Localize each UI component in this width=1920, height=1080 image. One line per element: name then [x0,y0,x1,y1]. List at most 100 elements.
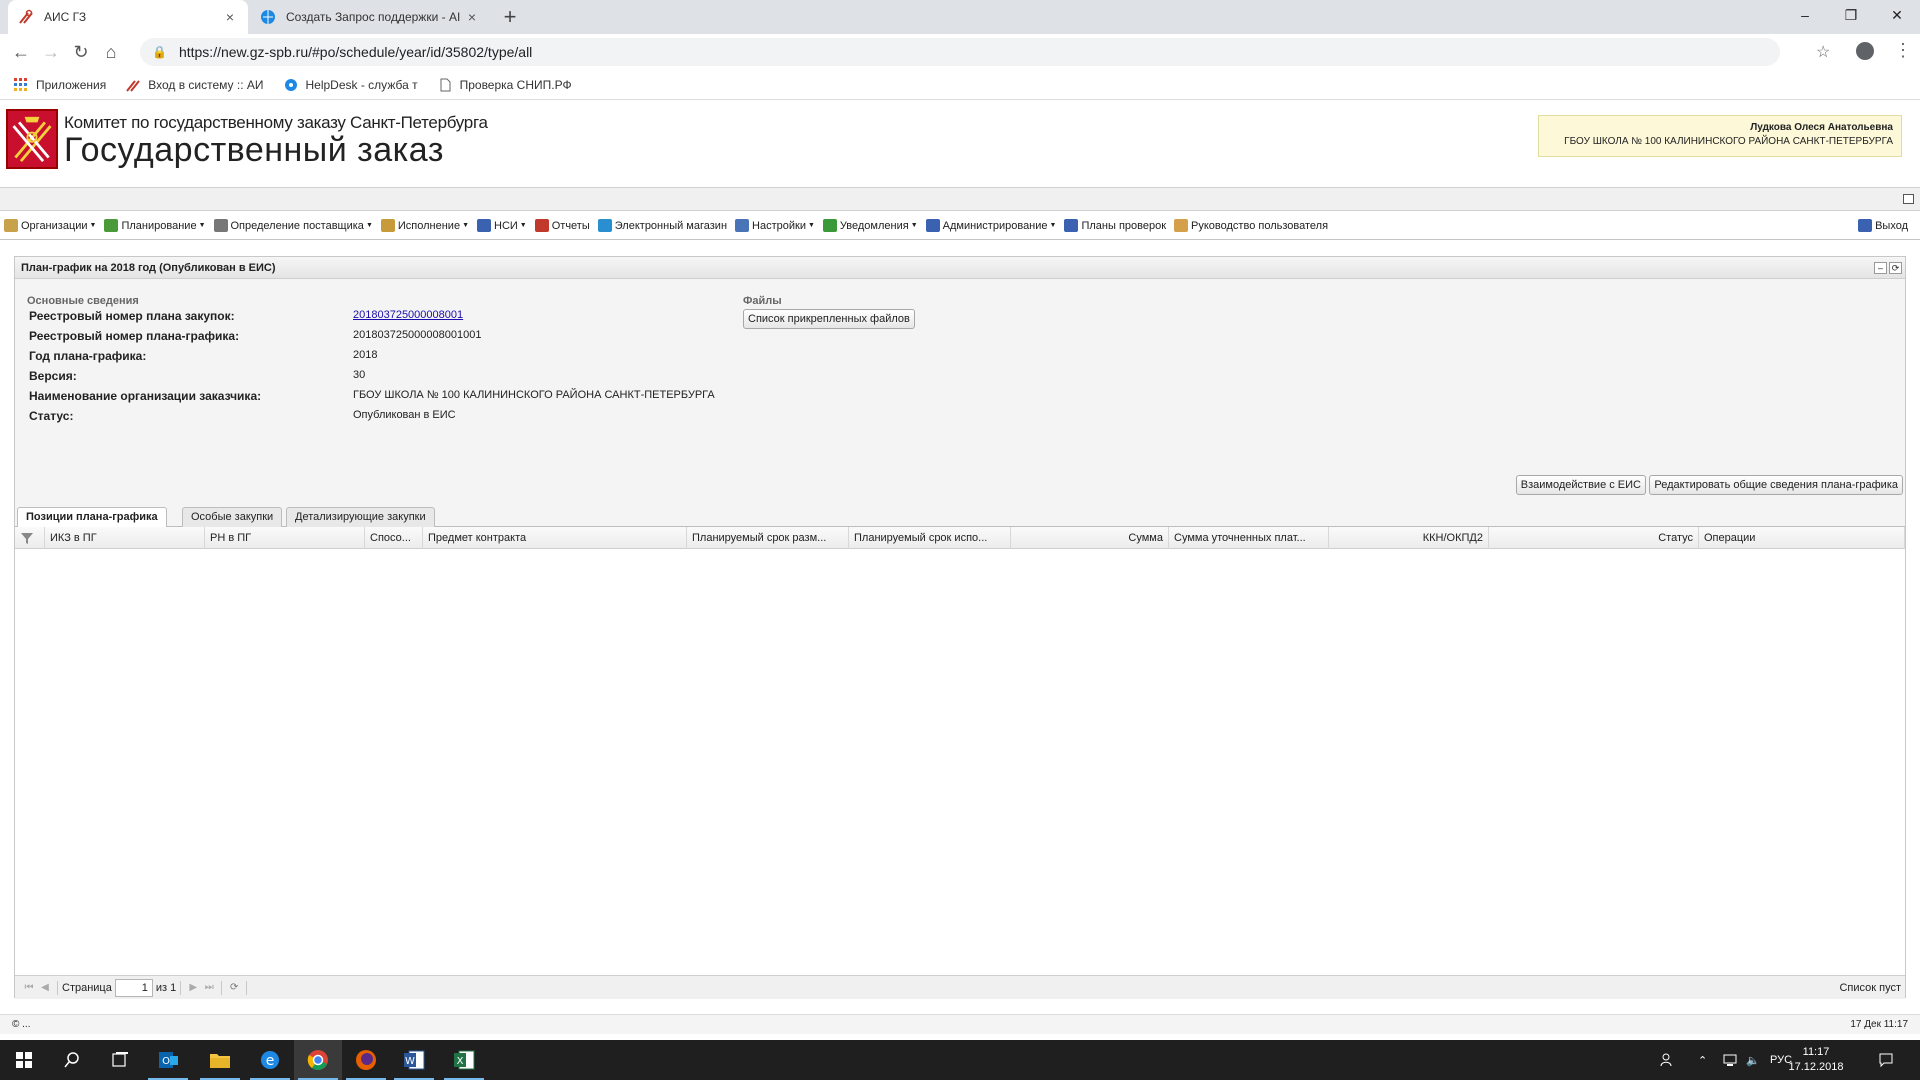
menu-item[interactable]: Исполнение ▼ [380,219,469,232]
exit-label: Выход [1875,219,1908,232]
next-page-icon[interactable]: ▶ [185,982,201,993]
forward-arrow-icon[interactable]: → [36,42,66,63]
menu-item[interactable]: Определение поставщика ▼ [213,219,373,232]
collapse-header-icon[interactable] [1903,194,1914,204]
tray-chevron-icon[interactable]: ⌃ [1698,1040,1707,1080]
svg-text:e: e [266,1053,275,1069]
new-tab-button[interactable]: + [498,4,522,30]
grid-header: ИКЗ в ПГ РН в ПГ Спосо... Предмет контракта… [15,527,1905,549]
exit-button[interactable]: Выход [1858,219,1908,232]
bookmark-apps[interactable]: Приложения [14,77,106,92]
tab-close-icon[interactable]: × [222,9,238,25]
eis-interaction-button[interactable]: Взаимодействие с ЕИС [1515,475,1646,495]
bookmark-label: HelpDesk - служба т [305,77,418,92]
menu-item-label: Определение поставщика [230,219,364,232]
menu-item[interactable]: Руководство пользователя [1174,219,1328,232]
outlook-icon[interactable]: O [144,1040,192,1080]
column-header[interactable]: Спосо... [365,527,423,549]
column-header[interactable]: Сумма уточненных плат... [1169,527,1329,549]
field-label: Версия: [29,369,77,383]
column-header[interactable]: ККН/ОКПД2 [1329,527,1489,549]
tab-plan-positions[interactable]: Позиции плана-графика [17,507,167,528]
column-header[interactable]: Операции [1699,527,1905,549]
field-label: Статус: [29,409,74,423]
column-header[interactable]: РН в ПГ [205,527,365,549]
edit-plan-info-button[interactable]: Редактировать общие сведения плана-графи… [1649,475,1903,495]
bookmark-star-icon[interactable]: ☆ [1816,42,1830,62]
pager-separator [246,980,248,995]
spb-coat-of-arms-logo[interactable] [6,109,58,169]
clock[interactable]: 11:17 17.12.2018 [1786,1045,1846,1075]
url-input[interactable]: 🔒 https://new.gz-spb.ru/#po/schedule/yea… [140,38,1780,66]
people-icon[interactable] [1660,1040,1676,1080]
tab-detailing-purchases[interactable]: Детализирующие закупки [286,507,435,527]
page-number-input[interactable]: 1 [114,978,153,997]
column-header[interactable]: ИКЗ в ПГ [45,527,205,549]
browser-menu-icon[interactable]: ⋮ [1894,40,1912,61]
maximize-button[interactable]: ❐ [1828,0,1874,30]
menu-item[interactable]: Настройки ▼ [735,219,815,232]
chrome-icon[interactable] [294,1040,342,1080]
menu-item-label: Руководство пользователя [1191,219,1329,232]
minimize-panel-icon[interactable]: – [1874,262,1887,274]
explorer-icon[interactable] [196,1040,244,1080]
column-header[interactable]: Планируемый срок испо... [849,527,1011,549]
first-page-icon[interactable]: ⏮ [21,982,37,993]
word-icon[interactable]: W [390,1040,438,1080]
taskview-icon[interactable] [96,1040,144,1080]
menu-item[interactable]: Электронный магазин [597,219,727,232]
notifications-icon[interactable] [1878,1040,1894,1080]
excel-icon[interactable]: X [440,1040,488,1080]
profile-avatar-icon[interactable] [1856,42,1874,60]
refresh-panel-icon[interactable]: ⟳ [1889,262,1902,274]
refresh-grid-icon[interactable]: ⟳ [226,982,242,993]
bookmark-label: Проверка СНИП.РФ [459,77,572,92]
home-icon[interactable]: ⌂ [96,42,126,63]
manual-icon [1174,219,1189,232]
volume-icon[interactable]: 🔈 [1746,1040,1760,1080]
plan-number-link[interactable]: 201803725000008001 [353,309,463,321]
attached-files-button[interactable]: Список прикрепленных файлов [743,309,915,329]
prev-page-icon[interactable]: ◀ [37,982,53,993]
menu-item[interactable]: Планы проверок [1064,219,1166,232]
minimize-button[interactable]: – [1782,0,1828,30]
main-menu: Организации ▼ Планирование ▼ Определение пос… [0,212,1920,240]
menu-item[interactable]: Уведомления ▼ [822,219,918,232]
menu-item[interactable]: Планирование ▼ [104,219,206,232]
menu-item[interactable]: Организации ▼ [4,219,96,232]
clock-date: 17.12.2018 [1788,1061,1844,1073]
tab-title: Создать Запрос поддержки - AI [286,10,461,24]
column-header[interactable]: Сумма [1011,527,1169,549]
tab-support-request[interactable]: Создать Запрос поддержки - AI × [250,0,490,34]
filter-icon[interactable] [15,527,45,549]
menu-item[interactable]: Отчеты [534,219,590,232]
clock-time: 11:17 [1802,1046,1830,1058]
network-icon[interactable] [1722,1040,1738,1080]
browser-tab-bar: АИС ГЗ × Создать Запрос поддержки - AI ×… [0,0,1920,34]
bookmark-helpdesk[interactable]: HelpDesk - служба т [284,78,418,92]
start-icon[interactable] [0,1040,48,1080]
tab-ais-gz[interactable]: АИС ГЗ × [8,0,248,34]
menu-item[interactable]: Администрирование ▼ [925,219,1056,232]
pager-separator [180,980,182,995]
field-label: Реестровый номер плана-графика: [29,329,240,343]
column-header[interactable]: Предмет контракта [423,527,687,549]
back-arrow-icon[interactable]: ← [6,42,36,63]
search-icon[interactable] [48,1040,96,1080]
firefox-icon[interactable] [342,1040,390,1080]
column-header[interactable]: Планируемый срок разм... [687,527,849,549]
url-text: https://new.gz-spb.ru/#po/schedule/year/… [178,44,533,60]
tab-close-icon[interactable]: × [464,9,480,25]
bookmark-snip[interactable]: Проверка СНИП.РФ [438,78,572,92]
last-page-icon[interactable]: ⏭ [201,982,217,993]
column-header[interactable]: Статус [1489,527,1699,549]
field-value: 30 [353,369,366,381]
edge-icon[interactable]: e [246,1040,294,1080]
box-icon [380,219,395,232]
reload-icon[interactable]: ↻ [66,42,96,63]
menu-item[interactable]: НСИ ▼ [477,219,527,232]
tab-special-purchases[interactable]: Особые закупки [182,507,283,527]
bookmark-login[interactable]: Вход в систему :: АИ [126,78,264,92]
field-value: 2018 [353,349,378,361]
close-window-button[interactable]: ✕ [1874,0,1920,30]
